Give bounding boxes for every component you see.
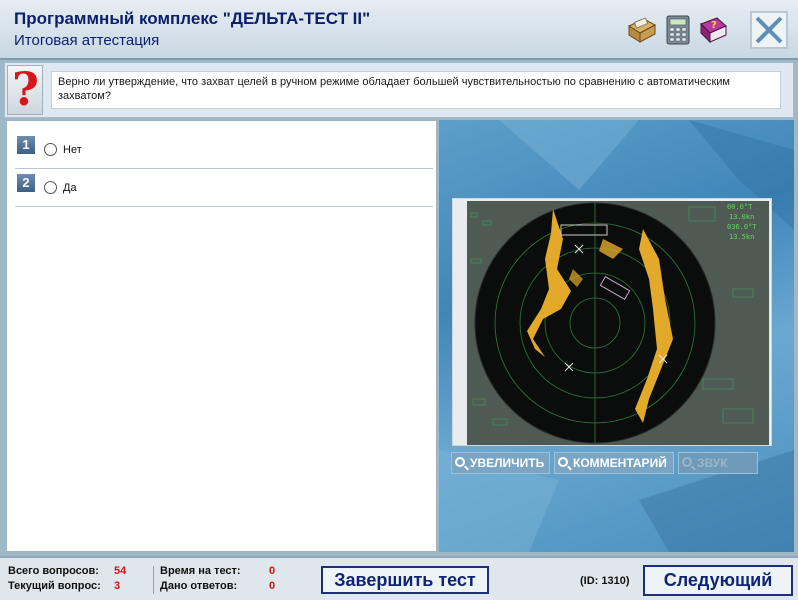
question-text: Верно ли утверждение, что захват целей в… [51,71,781,109]
finish-test-button[interactable]: Завершить тест [321,566,489,594]
answers-panel: 1 Нет 2 Да [6,120,437,552]
svg-text:13.0kn: 13.0kn [729,213,754,221]
svg-text:036.0°T: 036.0°T [727,223,757,231]
current-question-label: Текущий вопрос: [8,580,101,592]
answer-label: Нет [63,144,82,156]
total-questions-label: Всего вопросов: [8,565,99,577]
answer-radio[interactable] [44,143,57,156]
radar-screenshot: 00.0°T 13.0kn 036.0°T 13.5kn [452,198,772,446]
answer-option-1[interactable]: 1 Нет [15,135,433,169]
question-id: (ID: 1310) [580,575,630,587]
app-subtitle: Итоговая аттестация [14,32,160,49]
answer-number: 1 [17,136,35,154]
database-icon[interactable] [626,14,658,46]
sound-button: ЗВУК [678,452,758,474]
answer-radio[interactable] [44,181,57,194]
time-value: 0 [269,565,276,577]
time-label: Время на тест: [160,565,241,577]
answer-label: Да [63,182,77,194]
answer-option-2[interactable]: 2 Да [15,173,433,207]
help-book-icon[interactable]: ? [697,14,729,46]
next-button[interactable]: Следующий [643,565,793,596]
current-question-value: 3 [114,580,121,592]
answers-given-label: Дано ответов: [160,580,238,592]
question-bar: ? Верно ли утверждение, что захват целей… [4,62,794,118]
footer-divider [153,566,154,594]
magnifier-icon [682,457,692,467]
close-button[interactable] [750,11,788,49]
app-title: Программный комплекс "ДЕЛЬТА-ТЕСТ II" [14,9,371,28]
total-questions-value: 54 [114,565,127,577]
close-icon [755,16,783,44]
answer-number: 2 [17,174,35,192]
footer-bar: Всего вопросов: 54 Текущий вопрос: 3 Вре… [0,556,798,600]
answers-given-value: 0 [269,580,276,592]
svg-text:?: ? [711,20,717,31]
question-mark-icon: ? [7,62,43,116]
magnifier-icon [558,457,568,467]
comment-button[interactable]: КОММЕНТАРИЙ [554,452,674,474]
calculator-icon[interactable] [662,14,694,46]
magnifier-icon [455,457,465,467]
zoom-button[interactable]: УВЕЛИЧИТЬ [451,452,550,474]
header-bar: Программный комплекс "ДЕЛЬТА-ТЕСТ II" Ит… [0,0,798,60]
svg-text:13.5kn: 13.5kn [729,233,754,241]
svg-text:00.0°T: 00.0°T [727,203,753,211]
